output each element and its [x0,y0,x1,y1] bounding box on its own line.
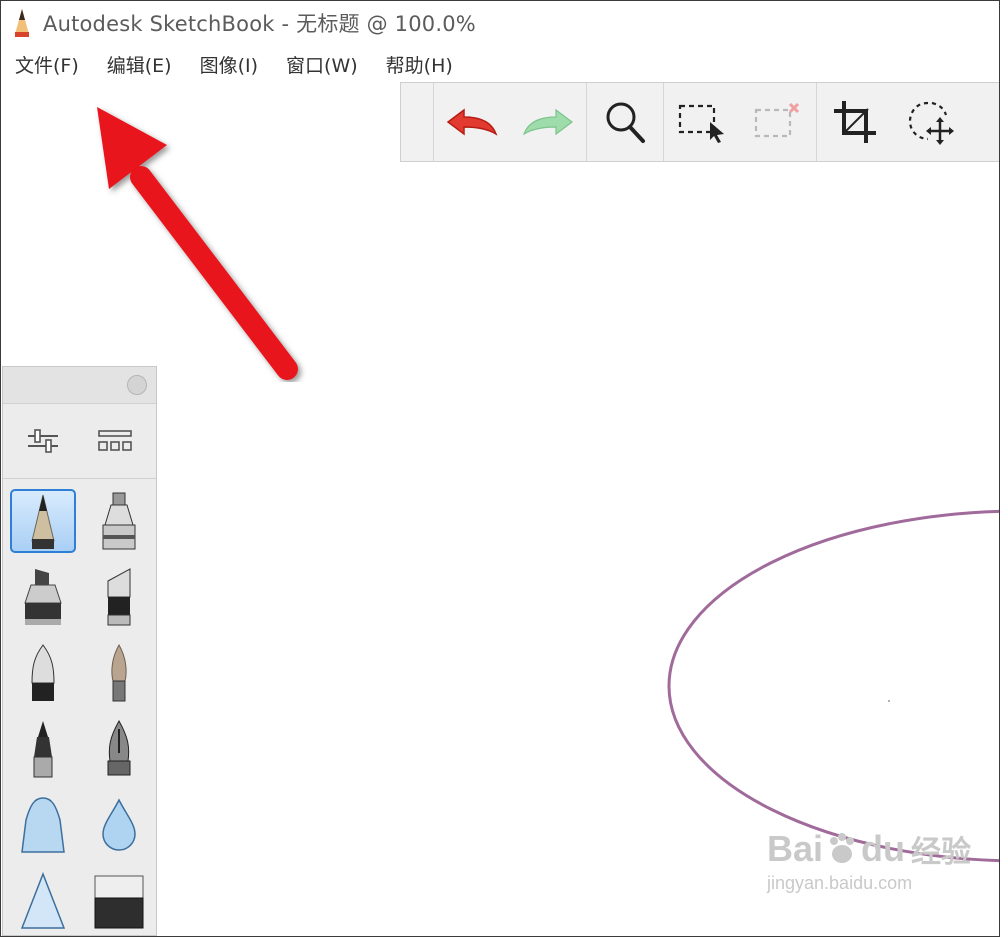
watermark-url: jingyan.baidu.com [767,873,913,893]
top-toolbar [400,82,999,162]
hard-brush-icon [20,872,66,929]
select-icon [678,104,724,143]
deselect-button[interactable] [740,83,816,161]
paw-icon [830,833,855,863]
transform-button[interactable] [893,83,969,161]
chisel-marker-icon [107,568,131,626]
brush-marker[interactable] [5,559,81,635]
soft-brush-icon [21,797,65,853]
palette-tools [3,404,156,479]
menu-image[interactable]: 图像(I) [186,51,272,78]
water-drop-icon [102,798,136,851]
annotation-arrow-icon [97,107,298,380]
brush-eraser[interactable] [81,863,157,936]
toolbar-grip[interactable] [401,83,434,161]
brush-pencil[interactable] [5,483,81,559]
undo-button[interactable] [434,83,510,161]
menu-help[interactable]: 帮助(H) [372,51,467,78]
sketchbook-window: Autodesk SketchBook - 无标题 @ 100.0% 文件(F)… [0,0,1000,937]
menu-edit[interactable]: 编辑(E) [93,51,186,78]
crop-button[interactable] [817,83,893,161]
marker-icon [24,569,62,625]
palette-header[interactable] [3,367,156,404]
zoom-button[interactable] [587,83,663,161]
airbrush-icon [102,492,136,550]
palette-close-icon[interactable] [127,375,147,395]
brush-water-drop[interactable] [81,787,157,863]
brush-felt-pen[interactable] [5,711,81,787]
title-bar: Autodesk SketchBook - 无标题 @ 100.0% [1,1,999,45]
ink-pen-icon [107,719,131,776]
pencil-brush-icon [31,494,55,549]
redo-button[interactable] [510,83,586,161]
brush-paint-brush[interactable] [81,635,157,711]
brush-ink-pen[interactable] [81,711,157,787]
menu-window[interactable]: 窗口(W) [272,51,372,78]
felt-pen-icon [33,721,53,778]
zoom-icon [606,102,645,143]
paint-brush-icon [111,643,127,702]
undo-icon [446,108,498,136]
brush-properties-icon[interactable] [26,426,60,456]
brush-palette [2,366,157,936]
redo-icon [522,108,573,136]
eraser-icon [94,875,144,929]
brush-soft-brush[interactable] [5,787,81,863]
transform-icon [908,101,954,145]
watermark-brand2: du [861,828,906,869]
brush-grid [3,479,157,936]
baidu-watermark: Bai du 经验 jingyan.baidu.com [767,827,971,894]
deselect-icon [754,102,800,138]
crop-icon [834,101,876,143]
window-title: Autodesk SketchBook - 无标题 @ 100.0% [43,12,476,36]
menu-file[interactable]: 文件(F) [1,51,93,78]
pencil-icon [15,9,29,37]
canvas-stroke [667,509,999,863]
brush-ballpoint-pen[interactable] [5,635,81,711]
ballpoint-pen-icon [31,644,55,701]
watermark-cn: 经验 [911,836,972,869]
menu-bar: 文件(F) 编辑(E) 图像(I) 窗口(W) 帮助(H) [1,45,999,83]
watermark-brand: Bai [767,828,824,869]
brush-library-icon[interactable] [97,427,133,455]
brush-chisel-marker[interactable] [81,559,157,635]
select-button[interactable] [664,83,740,161]
brush-airbrush[interactable] [81,483,157,559]
brush-hard-brush[interactable] [5,863,81,936]
